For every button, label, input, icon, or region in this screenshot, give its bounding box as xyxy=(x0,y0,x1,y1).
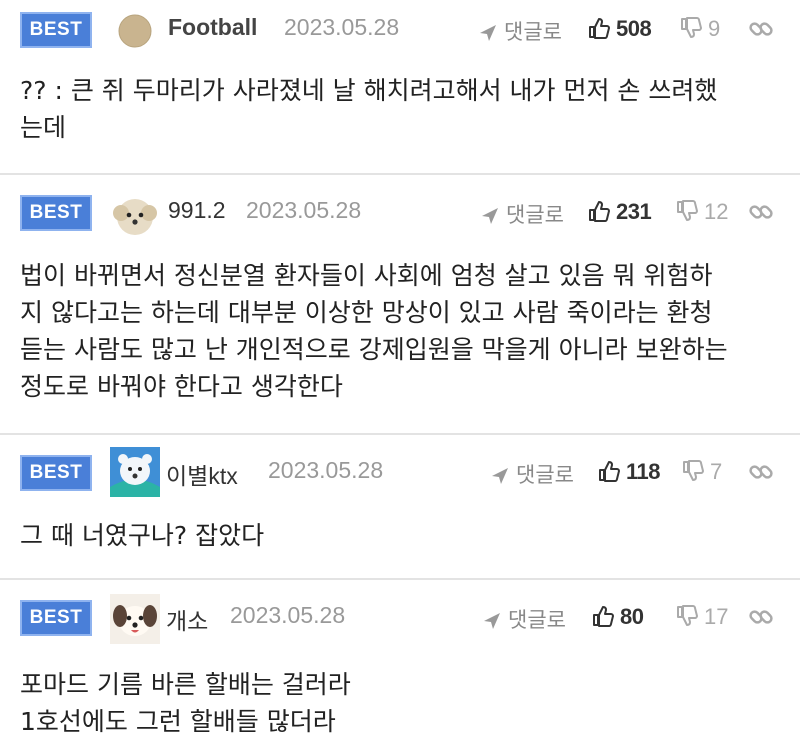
downvote-button[interactable]: 9 xyxy=(680,16,720,42)
downvote-count: 17 xyxy=(704,604,729,629)
nickname[interactable]: 이별ktx xyxy=(166,457,238,491)
comment-header: BEST 991.2 2023.05.28 댓글로 231 12 xyxy=(0,187,800,237)
upvote-count: 231 xyxy=(616,199,652,224)
best-badge: BEST xyxy=(20,195,92,231)
share-link-button[interactable] xyxy=(748,199,774,229)
avatar[interactable] xyxy=(110,447,160,497)
avatar[interactable] xyxy=(118,14,152,48)
thumbs-up-icon xyxy=(589,201,610,222)
comment-header: BEST Football 2023.05.28 댓글로 508 9 xyxy=(0,4,800,54)
downvote-button[interactable]: 12 xyxy=(676,199,728,225)
link-icon xyxy=(749,610,773,624)
polar-bear-avatar-icon xyxy=(110,447,160,497)
share-link-button[interactable] xyxy=(748,16,774,46)
share-link-button[interactable] xyxy=(748,459,774,489)
best-badge: BEST xyxy=(20,12,92,48)
thumbs-down-icon xyxy=(683,460,704,481)
upvote-button[interactable]: 80 xyxy=(592,604,644,630)
dog-avatar-icon xyxy=(110,594,160,644)
reply-label: 댓글로 xyxy=(508,608,566,632)
comment-text: 법이 바뀌면서 정신분열 환자들이 사회에 엄청 살고 있음 뭐 위험하 지 않… xyxy=(20,261,728,401)
comment-text: ?? : 큰 쥐 두마리가 사라졌네 날 해치려고해서 내가 먼저 손 쓰려했 … xyxy=(20,76,718,142)
send-arrow-icon xyxy=(492,468,508,484)
reply-button[interactable]: 댓글로 xyxy=(478,16,562,46)
comment-item: BEST 개소 2023.05.28 댓글로 80 17 포마드 기름 바른 할… xyxy=(0,580,800,755)
thumbs-up-icon xyxy=(589,18,610,39)
reply-label: 댓글로 xyxy=(516,463,574,487)
thumbs-down-icon xyxy=(681,17,702,38)
send-arrow-icon xyxy=(482,208,498,224)
downvote-count: 12 xyxy=(704,199,729,224)
avatar[interactable] xyxy=(112,193,158,239)
link-icon xyxy=(749,22,773,36)
comment-item: BEST 991.2 2023.05.28 댓글로 231 12 법이 바뀌면서… xyxy=(0,175,800,435)
reply-label: 댓글로 xyxy=(506,203,564,227)
comment-header: BEST 개소 2023.05.28 댓글로 80 17 xyxy=(0,592,800,644)
downvote-button[interactable]: 7 xyxy=(682,459,722,485)
reply-button[interactable]: 댓글로 xyxy=(480,199,564,229)
reply-button[interactable]: 댓글로 xyxy=(482,604,566,634)
comment-item: BEST 이별ktx 2023.05.28 댓글로 118 7 그 때 너였구나… xyxy=(0,435,800,580)
avatar[interactable] xyxy=(110,594,160,644)
thumbs-up-icon xyxy=(599,461,620,482)
upvote-count: 508 xyxy=(616,16,652,41)
downvote-count: 7 xyxy=(710,459,723,484)
comment-date: 2023.05.28 xyxy=(268,457,384,483)
thumbs-up-icon xyxy=(593,606,614,627)
reply-label: 댓글로 xyxy=(504,20,562,44)
nickname[interactable]: 991.2 xyxy=(168,197,226,224)
upvote-count: 118 xyxy=(626,459,661,484)
best-badge: BEST xyxy=(20,455,92,491)
thumbs-down-icon xyxy=(677,605,698,626)
comment-date: 2023.05.28 xyxy=(284,14,400,40)
link-icon xyxy=(749,205,773,219)
link-icon xyxy=(749,465,773,479)
comment-header: BEST 이별ktx 2023.05.28 댓글로 118 7 xyxy=(0,447,800,497)
best-badge: BEST xyxy=(20,600,92,636)
nickname[interactable]: 개소 xyxy=(166,602,208,636)
upvote-button[interactable]: 118 xyxy=(598,459,661,485)
upvote-button[interactable]: 231 xyxy=(588,199,652,225)
comment-date: 2023.05.28 xyxy=(230,602,346,628)
puppy-avatar-icon xyxy=(113,199,157,235)
send-arrow-icon xyxy=(484,613,500,629)
comment-item: BEST Football 2023.05.28 댓글로 508 9 ?? : … xyxy=(0,0,800,175)
nickname[interactable]: Football xyxy=(168,14,257,41)
reply-button[interactable]: 댓글로 xyxy=(490,459,574,489)
thumbs-down-icon xyxy=(677,200,698,221)
upvote-count: 80 xyxy=(620,604,644,629)
downvote-count: 9 xyxy=(708,16,721,41)
comment-text: 포마드 기름 바른 할배는 걸러라 1호선에도 그런 할배들 많더라 xyxy=(20,670,351,736)
send-arrow-icon xyxy=(480,25,496,41)
comment-text: 그 때 너였구나? 잡았다 xyxy=(20,521,265,550)
upvote-button[interactable]: 508 xyxy=(588,16,652,42)
downvote-button[interactable]: 17 xyxy=(676,604,728,630)
circle-avatar-icon xyxy=(118,14,152,48)
comment-date: 2023.05.28 xyxy=(246,197,362,223)
share-link-button[interactable] xyxy=(748,604,774,634)
